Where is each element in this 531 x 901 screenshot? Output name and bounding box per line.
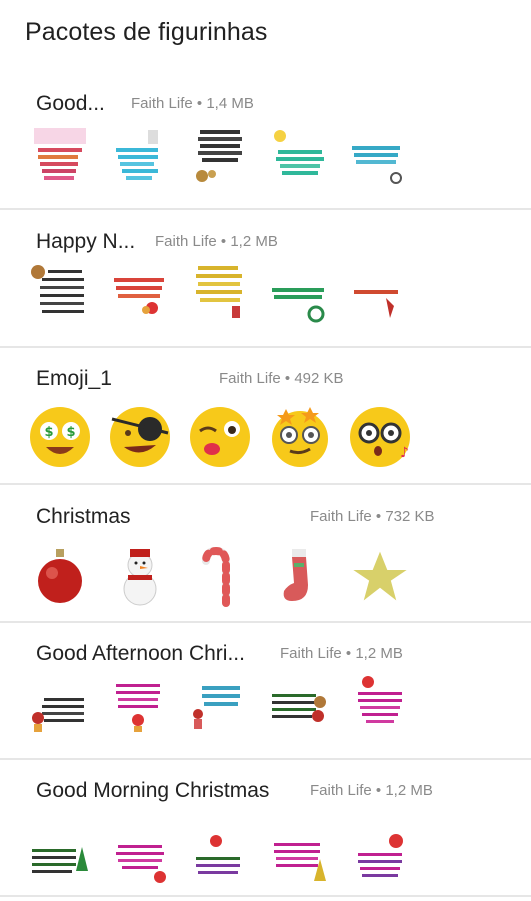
sticker-preview-strip	[28, 829, 428, 901]
sticker-preview	[348, 674, 412, 738]
pack-author: Faith Life	[155, 233, 217, 250]
sticker-preview	[28, 829, 92, 893]
sticker-preview	[188, 124, 252, 188]
pack-name: Happy N...	[36, 230, 136, 253]
pack-size: 1,2 MB	[385, 782, 433, 799]
svg-text:$: $	[44, 425, 53, 440]
pack-name: Good Afternoon Chri...	[36, 642, 245, 665]
sticker-preview	[268, 262, 332, 326]
sticker-pack-row[interactable]: Good Morning Christmas Faith Life • 1,2 …	[0, 759, 531, 897]
sticker-preview	[188, 829, 252, 893]
sticker-preview	[268, 124, 332, 188]
pack-author: Faith Life	[131, 95, 193, 112]
pack-name: Emoji_1	[36, 367, 112, 390]
pack-meta: Faith Life • 732 KB	[310, 508, 435, 525]
pack-size: 492 KB	[294, 370, 344, 387]
sticker-pack-row[interactable]: Christmas Faith Life • 732 KB	[0, 485, 531, 623]
pack-size: 732 KB	[385, 508, 435, 525]
sticker-pack-row[interactable]: Good... Faith Life • 1,4 MB	[0, 72, 531, 210]
sticker-preview	[268, 674, 332, 738]
svg-text:♪: ♪	[400, 445, 409, 461]
sticker-preview	[188, 262, 252, 326]
sticker-preview	[268, 829, 332, 893]
pack-author: Faith Life	[310, 508, 372, 525]
candy-cane-icon	[188, 545, 252, 609]
pack-size: 1,4 MB	[206, 95, 254, 112]
sticker-preview	[28, 674, 92, 738]
sticker-preview	[348, 262, 412, 326]
sticker-preview-strip	[28, 124, 428, 196]
sticker-preview-strip	[28, 262, 428, 334]
pack-meta: Faith Life • 1,2 MB	[155, 233, 278, 250]
meta-separator: •	[345, 645, 352, 662]
pirate-eyepatch-emoji-icon	[108, 405, 172, 469]
pack-meta: Faith Life • 492 KB	[219, 370, 344, 387]
svg-text:$: $	[66, 425, 75, 440]
sticker-preview	[28, 124, 92, 188]
pack-name: Christmas	[36, 505, 131, 528]
money-eyes-emoji-icon: $ $	[28, 405, 92, 469]
christmas-stocking-icon	[268, 545, 332, 609]
page-title: Pacotes de figurinhas	[25, 18, 268, 46]
pack-author: Faith Life	[219, 370, 281, 387]
meta-separator: •	[220, 233, 227, 250]
ornament-ball-icon	[28, 545, 92, 609]
dizzy-stars-emoji-icon	[268, 405, 332, 469]
meta-separator: •	[284, 370, 291, 387]
sticker-preview	[108, 829, 172, 893]
meta-separator: •	[375, 782, 382, 799]
pack-size: 1,2 MB	[230, 233, 278, 250]
sticker-preview	[188, 674, 252, 738]
meta-separator: •	[196, 95, 203, 112]
sticker-preview	[108, 674, 172, 738]
pack-name: Good...	[36, 92, 105, 115]
sticker-preview	[108, 124, 172, 188]
pack-meta: Faith Life • 1,2 MB	[280, 645, 403, 662]
gold-star-icon	[348, 545, 412, 609]
glasses-whistling-emoji-icon: ♪	[348, 405, 412, 469]
snowman-icon	[108, 545, 172, 609]
sticker-preview	[348, 124, 412, 188]
sticker-pack-row[interactable]: Good Afternoon Chri... Faith Life • 1,2 …	[0, 622, 531, 760]
meta-separator: •	[375, 508, 382, 525]
sticker-preview	[28, 262, 92, 326]
pack-author: Faith Life	[310, 782, 372, 799]
pack-name: Good Morning Christmas	[36, 779, 270, 802]
sticker-preview	[108, 262, 172, 326]
sticker-preview-strip	[28, 674, 428, 746]
sticker-preview-strip	[28, 545, 428, 617]
pack-author: Faith Life	[280, 645, 342, 662]
pack-meta: Faith Life • 1,4 MB	[131, 95, 254, 112]
sticker-pack-row[interactable]: Happy N... Faith Life • 1,2 MB	[0, 210, 531, 348]
winking-kiss-emoji-icon	[188, 405, 252, 469]
pack-size: 1,2 MB	[355, 645, 403, 662]
pack-meta: Faith Life • 1,2 MB	[310, 782, 433, 799]
sticker-pack-row[interactable]: Emoji_1 Faith Life • 492 KB $ $ ♪	[0, 347, 531, 485]
sticker-preview-strip: $ $ ♪	[28, 405, 428, 477]
sticker-preview	[348, 829, 412, 893]
